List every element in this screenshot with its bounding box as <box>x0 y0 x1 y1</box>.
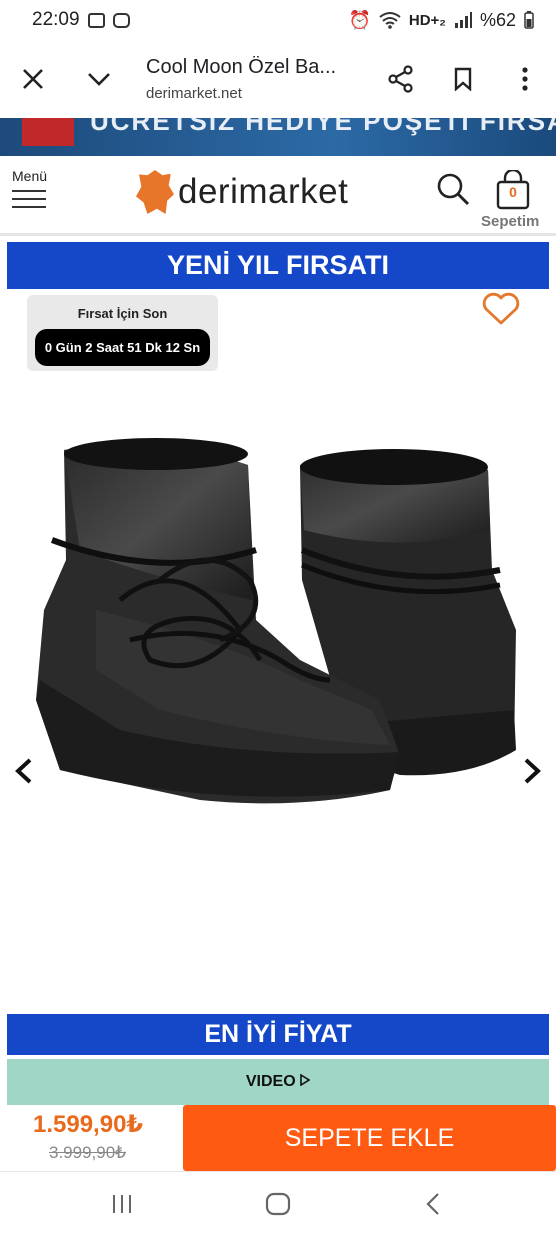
battery-level: %62 <box>479 9 516 30</box>
page-domain: derimarket.net <box>146 85 242 102</box>
page-title-area[interactable]: Cool Moon Özel Ba... derimarket.net <box>132 56 370 102</box>
network-type: HD+₂ <box>408 11 446 29</box>
site-logo[interactable]: derimarket <box>136 170 348 214</box>
add-to-cart-button[interactable]: SEPETE EKLE <box>183 1105 556 1171</box>
system-navigation-bar <box>0 1171 556 1235</box>
page-title: Cool Moon Özel Ba... <box>146 56 337 78</box>
more-vertical-icon <box>522 67 528 91</box>
countdown-box: Fırsat İçin Son 0 Gün 2 Saat 51 Dk 12 Sn <box>27 295 218 371</box>
next-image-arrow-icon[interactable] <box>518 756 544 786</box>
more-options-button[interactable] <box>494 40 556 118</box>
bookmark-icon <box>454 67 472 91</box>
home-icon[interactable] <box>264 1190 292 1218</box>
close-tab-button[interactable] <box>0 40 66 118</box>
countdown-label: Fırsat İçin Son <box>77 306 168 321</box>
battery-icon <box>524 11 534 29</box>
banner-text: ÜCRETSİZ HEDİYE POŞETİ FIRSATI <box>90 118 556 136</box>
status-bar: 22:09 ⏰ HD+₂ %62 <box>0 0 556 40</box>
favorite-heart-icon[interactable] <box>482 292 520 326</box>
status-time: 22:09 <box>32 9 80 30</box>
browser-toolbar: Cool Moon Özel Ba... derimarket.net <box>0 40 556 118</box>
cart-count: 0 <box>509 184 517 200</box>
minimize-button[interactable] <box>66 40 132 118</box>
purchase-bar: 1.599,90₺ 3.999,90₺ SEPETE EKLE <box>0 1105 556 1171</box>
play-icon <box>300 1073 311 1087</box>
close-icon <box>23 69 43 89</box>
logo-text: derimarket <box>178 172 349 211</box>
previous-image-arrow-icon[interactable] <box>12 756 38 786</box>
menu-button[interactable]: Menü <box>12 168 52 208</box>
video-button[interactable]: VIDEO <box>7 1059 549 1105</box>
leather-hide-icon <box>136 170 174 214</box>
countdown-timer: 0 Gün 2 Saat 51 Dk 12 Sn <box>34 329 211 366</box>
gift-bag-icon <box>22 118 74 146</box>
signal-icon <box>454 12 472 28</box>
best-price-promo: EN İYİ FİYAT <box>7 1014 549 1055</box>
back-icon[interactable] <box>420 1190 448 1218</box>
share-button[interactable] <box>370 40 432 118</box>
video-label: VIDEO <box>245 1073 296 1090</box>
new-year-promo: YENİ YIL FIRSATI <box>7 242 549 289</box>
cart-button[interactable]: 0 <box>488 168 538 214</box>
cart-label[interactable]: Sepetim <box>481 213 539 230</box>
recent-apps-icon[interactable] <box>108 1190 136 1218</box>
wifi-icon <box>379 12 401 29</box>
menu-label: Menü <box>12 168 48 184</box>
bookmark-button[interactable] <box>432 40 494 118</box>
chevron-down-icon <box>88 73 110 86</box>
site-header: Menü derimarket 0 Sepetim <box>0 156 556 236</box>
instagram-icon <box>112 12 130 28</box>
hamburger-icon <box>12 190 52 208</box>
alarm-icon: ⏰ <box>348 9 371 30</box>
search-icon[interactable] <box>436 172 470 206</box>
share-icon <box>388 65 413 93</box>
old-price: 3.999,90₺ <box>49 1143 126 1162</box>
current-price: 1.599,90₺ <box>33 1111 144 1138</box>
gallery-icon <box>87 12 105 28</box>
promo-banner[interactable]: ÜCRETSİZ HEDİYE POŞETİ FIRSATI <box>0 118 556 156</box>
product-image[interactable] <box>0 380 556 1000</box>
